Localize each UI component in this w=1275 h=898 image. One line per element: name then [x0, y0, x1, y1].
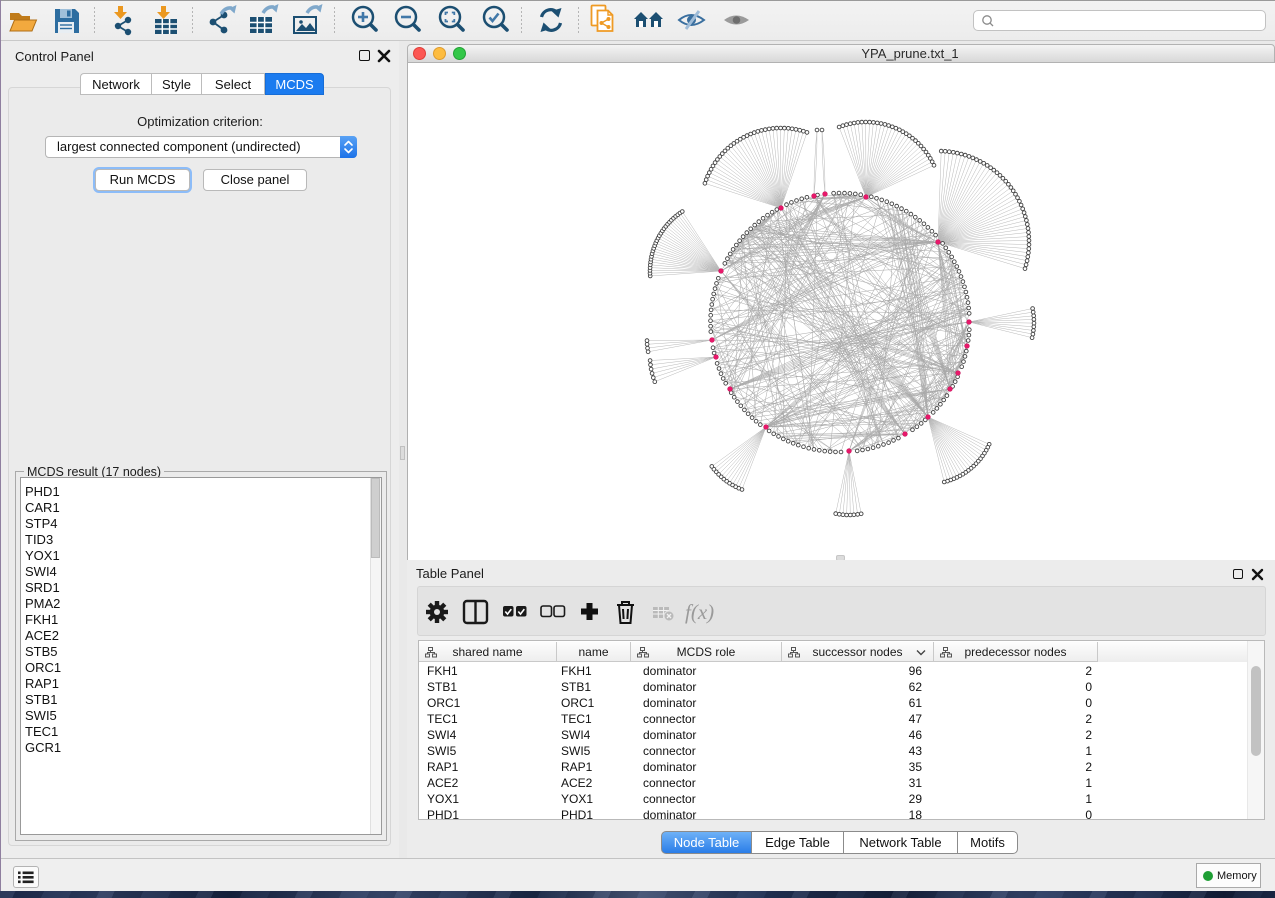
svg-text:f(x): f(x)	[685, 600, 714, 624]
